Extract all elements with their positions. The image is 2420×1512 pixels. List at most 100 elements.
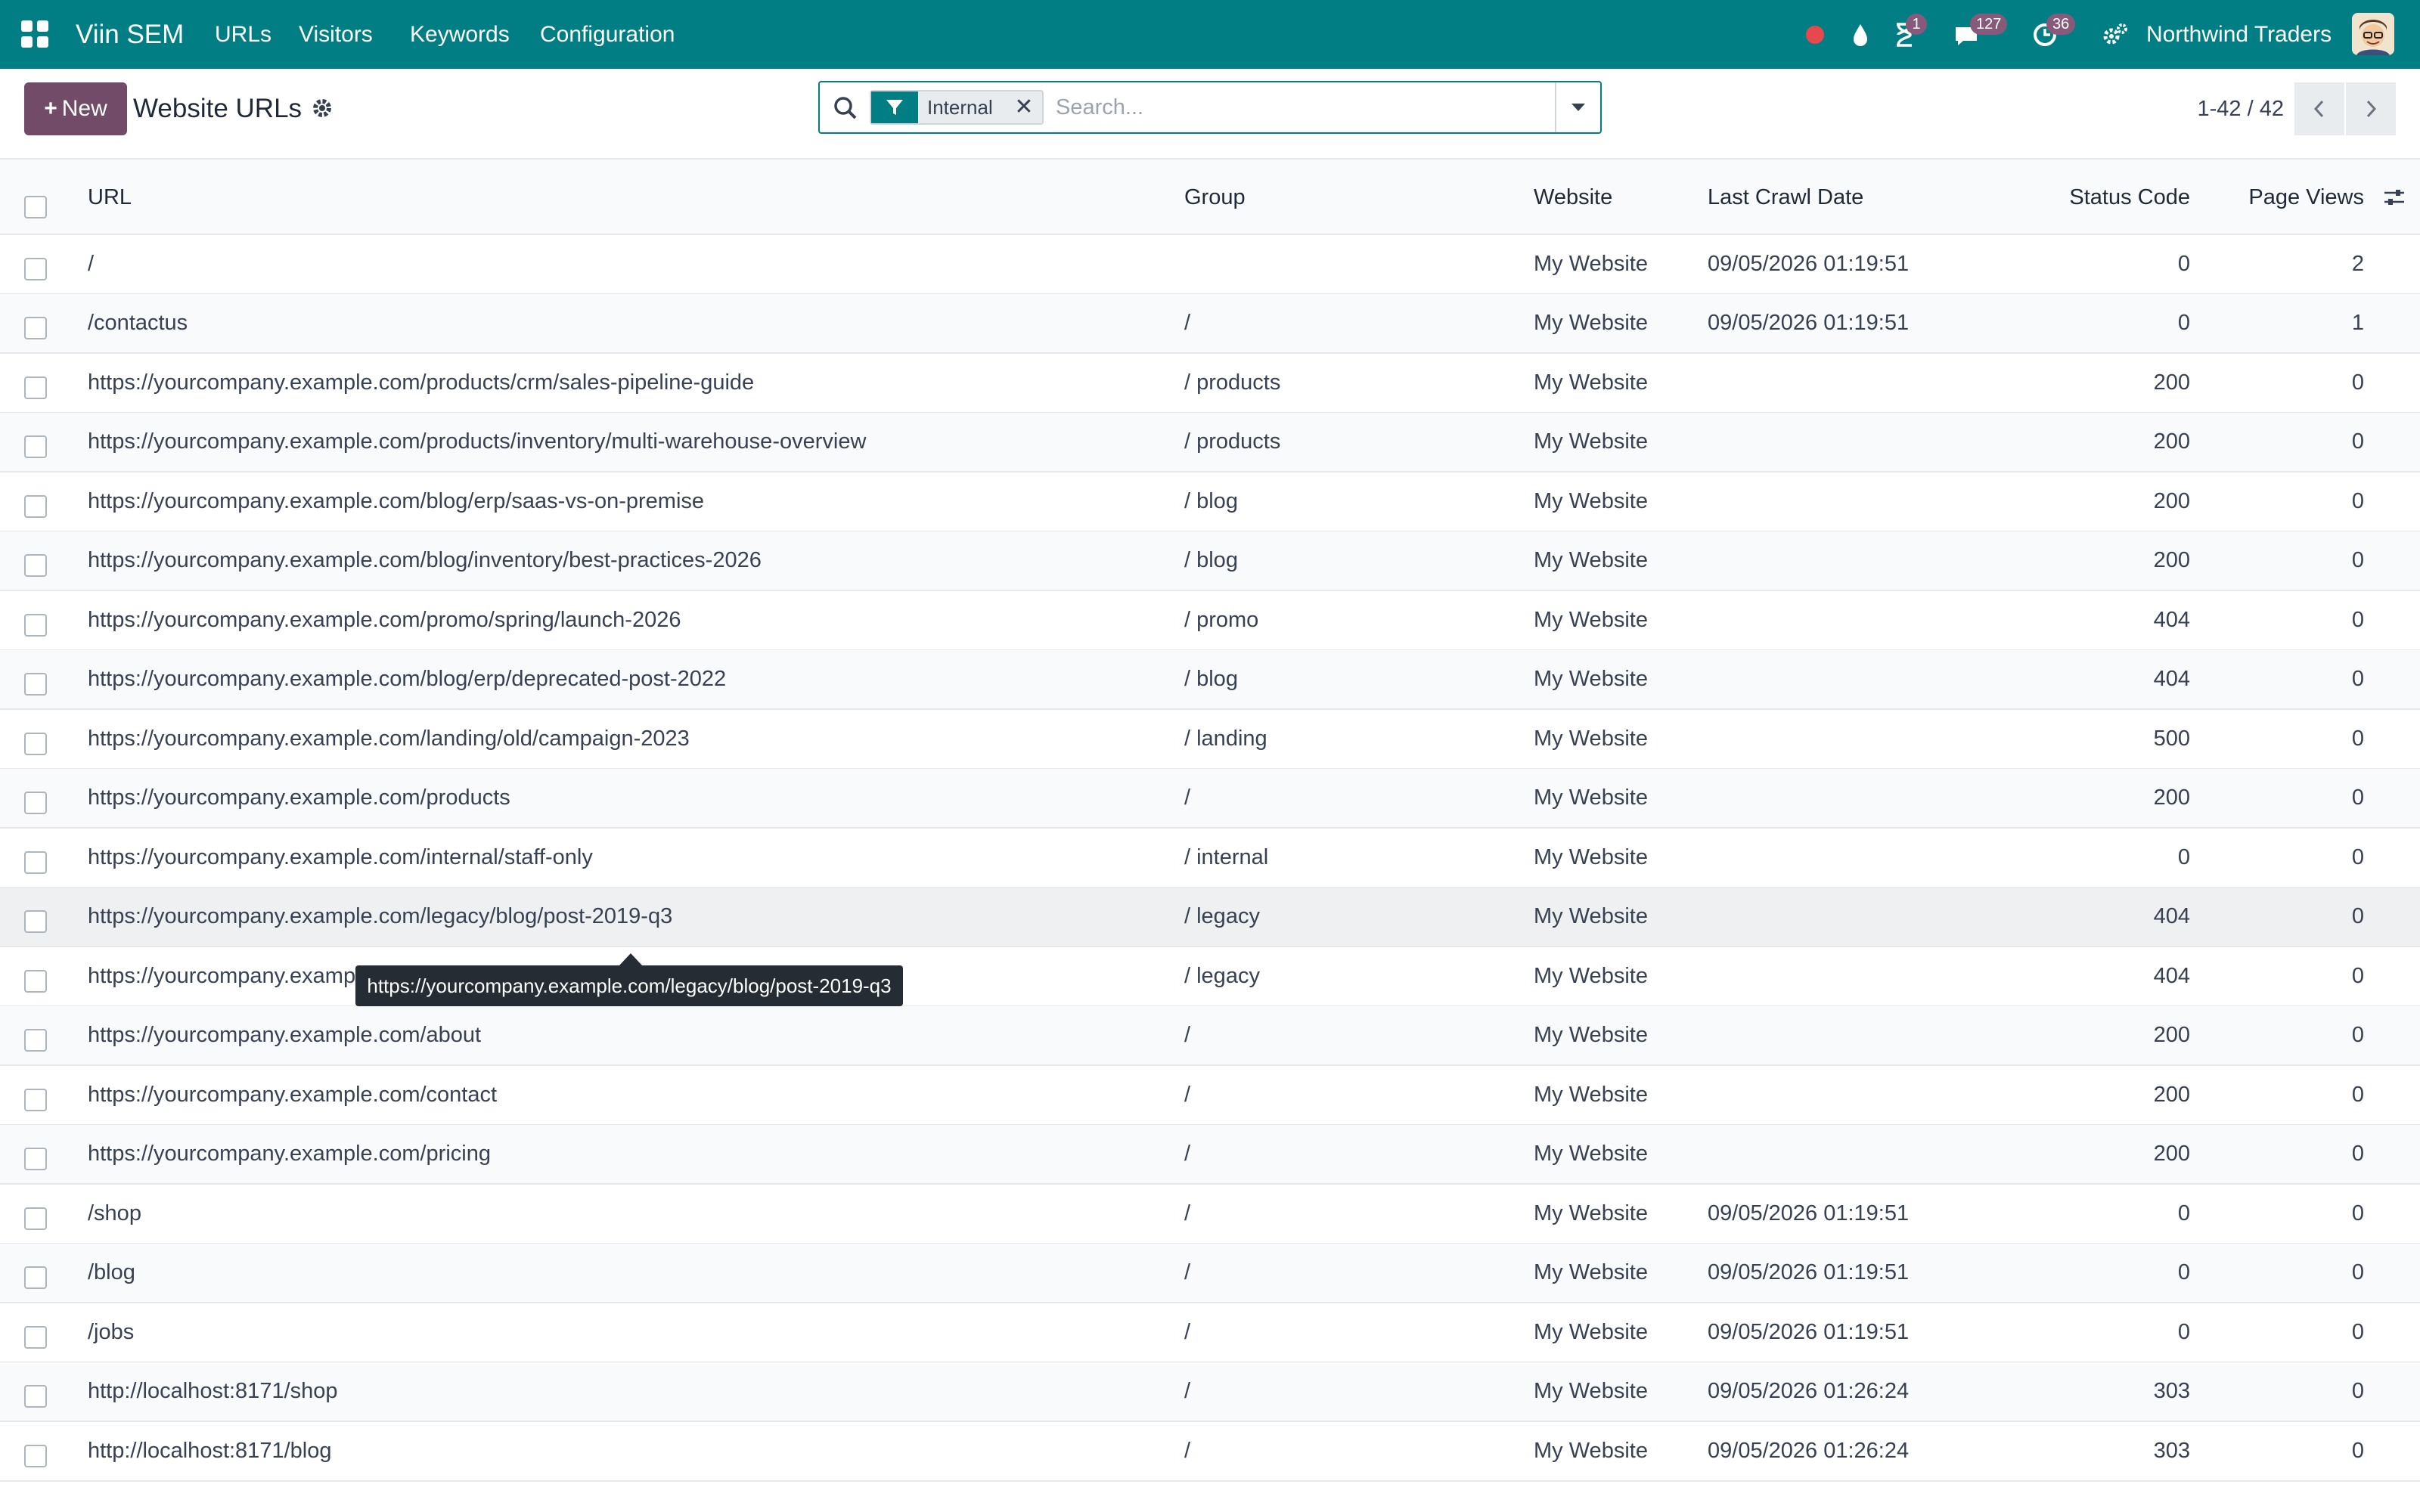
cell-group — [1184, 235, 1517, 293]
row-checkbox[interactable] — [24, 1445, 47, 1467]
row-checkbox[interactable] — [24, 1207, 47, 1230]
cell-url: /contactus — [88, 311, 188, 335]
cell-website: My Website — [1534, 964, 1648, 988]
row-checkbox[interactable] — [24, 495, 47, 518]
optional-columns-icon[interactable] — [2382, 185, 2406, 209]
table-row[interactable]: http://localhost:8171/blog / My Website 09/… — [0, 1422, 2420, 1482]
table-row[interactable]: /blog / My Website 09/05/2026 01:19:51 0 0 — [0, 1244, 2420, 1303]
cell-url: https://yourcompany.example.com/products… — [88, 370, 755, 395]
table-row[interactable]: https://yourcompany.example.com/blog/erp… — [0, 650, 2420, 710]
row-checkbox[interactable] — [24, 435, 47, 458]
gear-icon[interactable] — [310, 96, 334, 120]
menu-item-visitors[interactable]: Visitors — [299, 0, 373, 69]
table-row[interactable]: https://yourcompany.example.com/promo/sp… — [0, 591, 2420, 651]
table-row[interactable]: / My Website 09/05/2026 01:19:51 0 2 — [0, 235, 2420, 295]
facet-remove-icon[interactable]: ✕ — [1010, 91, 1038, 123]
column-header-url[interactable]: URL — [88, 160, 132, 235]
table-row[interactable]: https://yourcompany.example.com/pricing /… — [0, 1125, 2420, 1185]
row-checkbox[interactable] — [24, 614, 47, 637]
drop-icon[interactable] — [1848, 20, 1872, 50]
search-options-toggle[interactable] — [1555, 82, 1600, 132]
table-row[interactable]: https://yourcompany.example.com/legacy/b… — [0, 888, 2420, 947]
cell-last-crawl-date — [1708, 531, 1995, 590]
cell-url: https://yourcompany.example.com/blog/erp… — [88, 667, 727, 691]
column-header-status-code[interactable]: Status Code — [2027, 160, 2190, 235]
company-switcher[interactable]: Northwind Traders — [2146, 0, 2332, 69]
row-checkbox[interactable] — [24, 792, 47, 814]
row-checkbox[interactable] — [24, 910, 47, 933]
row-checkbox[interactable] — [24, 554, 47, 577]
cell-last-crawl-date — [1708, 650, 1995, 708]
cell-status-code: 404 — [2153, 964, 2190, 988]
cell-website: My Website — [1534, 252, 1648, 276]
row-checkbox[interactable] — [24, 317, 47, 339]
table-row[interactable]: /jobs / My Website 09/05/2026 01:19:51 0 0 — [0, 1303, 2420, 1363]
search-icon[interactable] — [832, 94, 859, 122]
row-checkbox[interactable] — [24, 1029, 47, 1052]
app-name[interactable]: Viin SEM — [76, 0, 184, 69]
select-all-checkbox[interactable] — [24, 196, 47, 218]
table-row[interactable]: https://yourcompany.example.com/products… — [0, 354, 2420, 414]
cell-last-crawl-date: 09/05/2026 01:19:51 — [1708, 311, 1910, 335]
table-row[interactable]: /shop / My Website 09/05/2026 01:19:51 0 0 — [0, 1185, 2420, 1244]
column-header-last-crawl-date[interactable]: Last Crawl Date — [1708, 160, 1863, 235]
row-checkbox[interactable] — [24, 1089, 47, 1111]
cell-website: My Website — [1534, 727, 1648, 751]
table-row[interactable]: https://yourcompany.example.com/products… — [0, 413, 2420, 472]
table-row[interactable]: https://yourcompany.example.com/contact /… — [0, 1066, 2420, 1126]
cell-page-views: 0 — [2351, 1320, 2364, 1344]
pager-value[interactable]: 1-42 / 42 — [2178, 82, 2284, 135]
row-checkbox[interactable] — [24, 673, 47, 696]
settings-gears-icon[interactable] — [2101, 20, 2130, 50]
user-avatar[interactable] — [2352, 13, 2394, 55]
cell-page-views: 1 — [2351, 311, 2364, 335]
row-checkbox[interactable] — [24, 258, 47, 280]
cell-last-crawl-date: 09/05/2026 01:19:51 — [1708, 1201, 1910, 1225]
search-input[interactable] — [1056, 90, 1555, 125]
cell-status-code: 404 — [2153, 608, 2190, 632]
table-row[interactable]: https://yourcompany.example.com/blog/erp… — [0, 472, 2420, 532]
cell-page-views: 0 — [2351, 608, 2364, 632]
cell-last-crawl-date: 09/05/2026 01:19:51 — [1708, 1260, 1910, 1284]
menu-item-keywords[interactable]: Keywords — [410, 0, 510, 69]
menu-item-urls[interactable]: URLs — [215, 0, 271, 69]
cell-website: My Website — [1534, 608, 1648, 632]
row-checkbox[interactable] — [24, 1385, 47, 1408]
table-header: URL Group Website Last Crawl Date Status… — [0, 160, 2420, 235]
row-checkbox[interactable] — [24, 1266, 47, 1289]
table-row[interactable]: /contactus / My Website 09/05/2026 01:19:51… — [0, 294, 2420, 354]
cell-group: / — [1184, 785, 1191, 810]
apps-menu-icon[interactable] — [21, 20, 48, 48]
table-row[interactable]: http://localhost:8171/shop / My Website 09/… — [0, 1362, 2420, 1422]
cell-status-code: 200 — [2153, 548, 2190, 572]
row-checkbox[interactable] — [24, 733, 47, 755]
cell-website: My Website — [1534, 429, 1648, 454]
row-checkbox[interactable] — [24, 1326, 47, 1349]
row-checkbox[interactable] — [24, 851, 47, 874]
cell-status-code: 0 — [2177, 311, 2190, 335]
cell-url: https://yourcompany.example.com/internal… — [88, 845, 593, 869]
column-header-page-views[interactable]: Page Views — [2193, 160, 2364, 235]
table-row[interactable]: https://yourcompany.example.com/about / My… — [0, 1006, 2420, 1066]
search-box: Internal ✕ — [818, 81, 1602, 134]
cell-page-views: 0 — [2351, 845, 2364, 869]
row-checkbox[interactable] — [24, 970, 47, 993]
record-dot-icon[interactable] — [1803, 20, 1827, 50]
table-row[interactable]: https://yourcompany.example.com/internal… — [0, 829, 2420, 888]
cell-group: / legacy — [1184, 904, 1260, 928]
row-checkbox[interactable] — [24, 1148, 47, 1170]
table-row[interactable]: https://yourcompany.example.com/blog/inv… — [0, 531, 2420, 591]
column-header-website[interactable]: Website — [1534, 160, 1612, 235]
cell-last-crawl-date — [1708, 888, 1995, 946]
column-header-group[interactable]: Group — [1184, 160, 1246, 235]
cell-status-code: 200 — [2153, 370, 2190, 395]
new-button[interactable]: + New — [24, 82, 127, 135]
table-row[interactable]: https://yourcompany.example.com/products… — [0, 769, 2420, 829]
pager-next-button[interactable] — [2346, 82, 2396, 135]
menu-item-configuration[interactable]: Configuration — [540, 0, 675, 69]
cell-last-crawl-date: 09/05/2026 01:26:24 — [1708, 1379, 1910, 1403]
pager-previous-button[interactable] — [2294, 82, 2344, 135]
cell-status-code: 303 — [2153, 1379, 2190, 1403]
row-checkbox[interactable] — [24, 376, 47, 399]
table-row[interactable]: https://yourcompany.example.com/landing/… — [0, 710, 2420, 770]
